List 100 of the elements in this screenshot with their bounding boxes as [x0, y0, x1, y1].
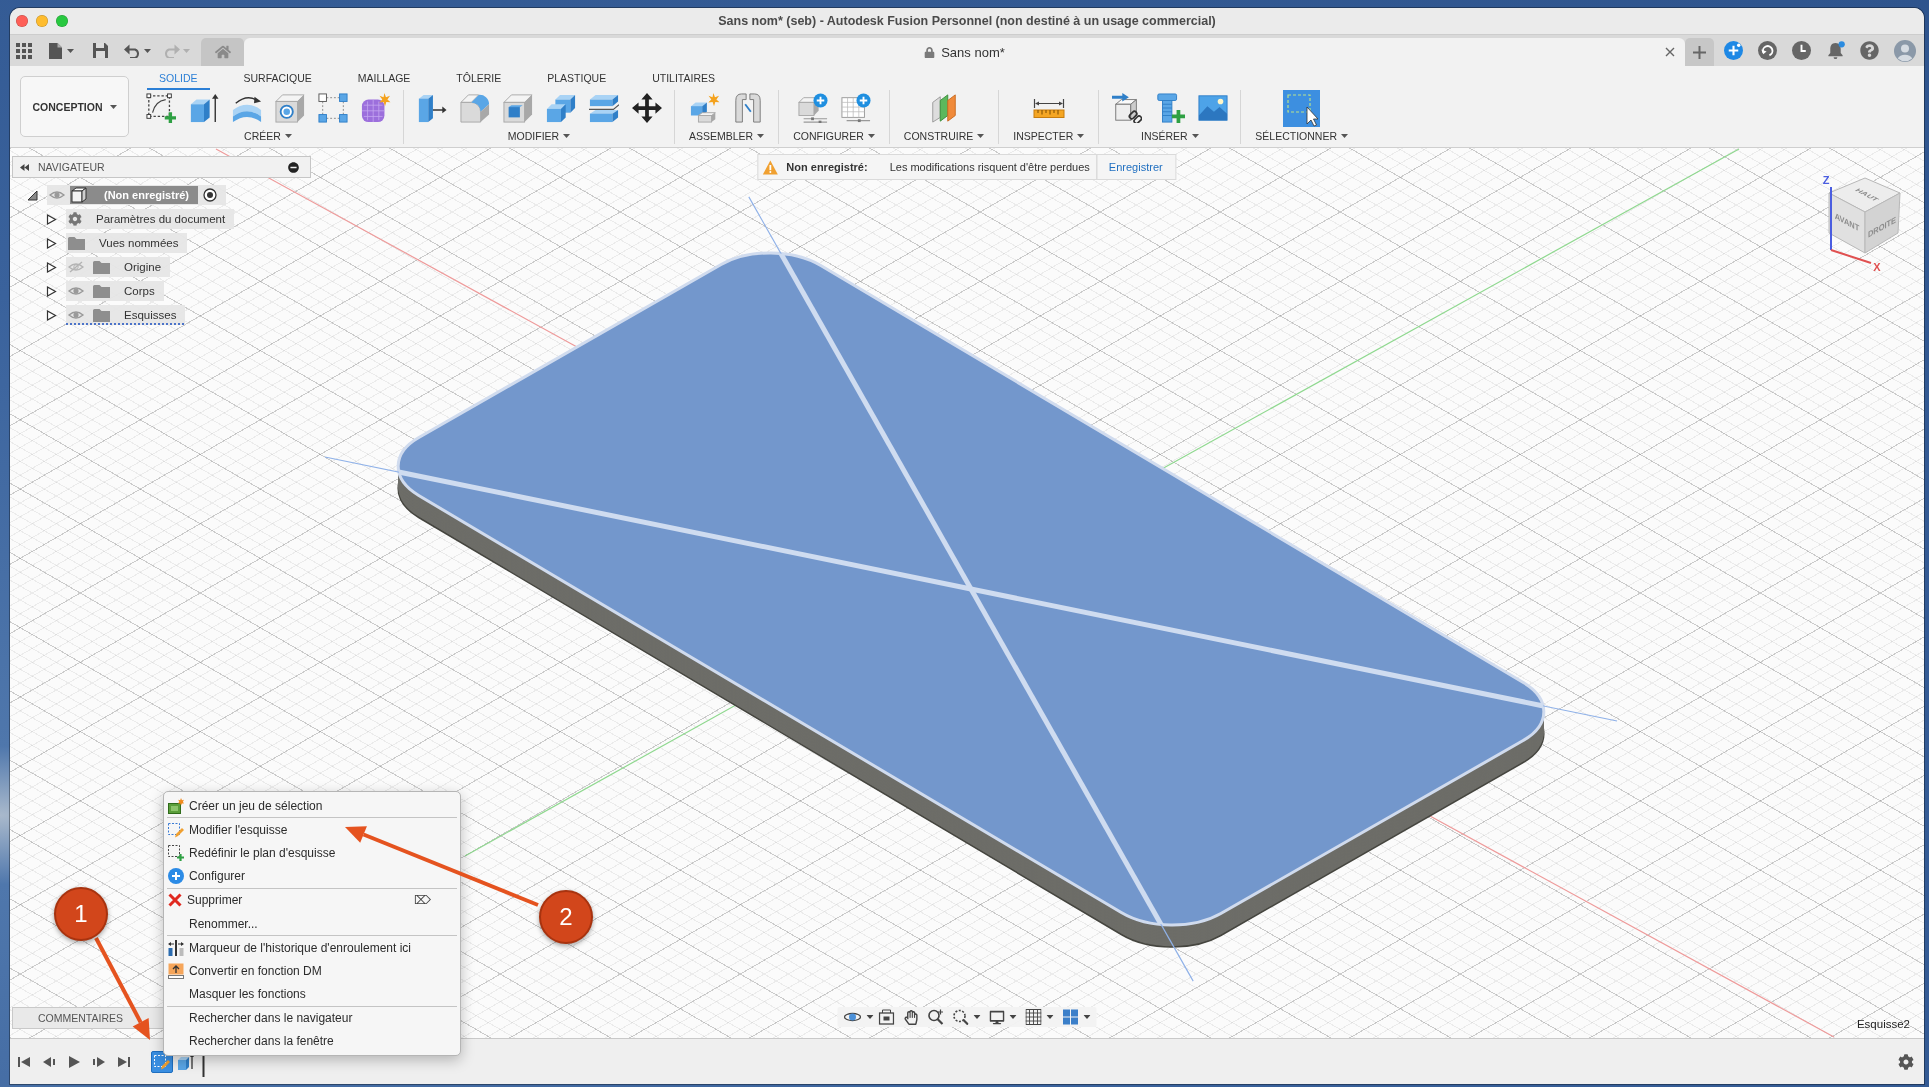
- caret-icon[interactable]: [144, 48, 151, 53]
- ruler-icon[interactable]: [1032, 98, 1065, 118]
- caret-icon[interactable]: [757, 134, 765, 138]
- hand-icon[interactable]: [903, 1009, 919, 1025]
- ribbon-group-menu[interactable]: CONFIGURER: [785, 128, 883, 144]
- ribbon-group-menu[interactable]: INSÉRER: [1132, 128, 1207, 144]
- tree-item[interactable]: Vues nommées: [66, 233, 188, 253]
- triangle-icon[interactable]: [46, 285, 57, 297]
- triangle-icon[interactable]: [27, 189, 38, 201]
- node-pattern-icon[interactable]: [317, 93, 348, 123]
- caret-icon[interactable]: [284, 134, 292, 138]
- cube-link-icon[interactable]: [1111, 93, 1142, 123]
- caret-icon[interactable]: [977, 134, 985, 138]
- save-icon[interactable]: [93, 43, 108, 58]
- monitor-icon[interactable]: [989, 1009, 1005, 1025]
- caret-icon[interactable]: [973, 1015, 981, 1019]
- caret-icon[interactable]: [867, 134, 875, 138]
- bolt-plus-icon[interactable]: [1154, 93, 1185, 123]
- bracket-pair-icon[interactable]: [733, 93, 764, 123]
- triangle-icon[interactable]: [46, 213, 57, 225]
- play-icon[interactable]: [68, 1055, 80, 1068]
- step-back-icon[interactable]: [43, 1055, 55, 1068]
- menu-item[interactable]: Modifier l'esquisse: [167, 818, 457, 842]
- triangle-icon[interactable]: [46, 261, 57, 273]
- menu-item[interactable]: Configurer: [167, 864, 457, 888]
- box-hole-icon[interactable]: [274, 93, 305, 123]
- dashed-square-plus-icon[interactable]: [145, 93, 176, 123]
- dashed-magnifier-icon[interactable]: [952, 1009, 969, 1025]
- two-cubes-icon[interactable]: [545, 93, 576, 123]
- menu-item[interactable]: Supprimer ⌦: [167, 888, 457, 912]
- four-way-arrow-icon[interactable]: [631, 93, 662, 123]
- caret-icon[interactable]: [1191, 134, 1199, 138]
- caret-icon[interactable]: [1083, 1015, 1091, 1019]
- settings-icon[interactable]: [1898, 1053, 1914, 1070]
- triangle-icon[interactable]: [46, 237, 57, 249]
- stacked-slabs-icon[interactable]: [588, 93, 619, 123]
- clock-icon[interactable]: [1792, 41, 1811, 60]
- menu-item[interactable]: Rechercher dans la fenêtre: [167, 1029, 457, 1054]
- tree-item[interactable]: Paramètres du document: [66, 209, 235, 229]
- four-squares-icon[interactable]: [1062, 1009, 1079, 1025]
- help-icon[interactable]: [1860, 41, 1879, 60]
- caret-icon[interactable]: [1009, 1015, 1017, 1019]
- hollow-box-icon[interactable]: [502, 93, 533, 123]
- ribbon-tab[interactable]: SURFACIQUE: [231, 66, 324, 90]
- planes-icon[interactable]: [929, 93, 959, 123]
- table-plus-icon[interactable]: [840, 93, 871, 123]
- menu-item[interactable]: Renommer...: [167, 911, 457, 936]
- undo-icon[interactable]: [124, 43, 141, 58]
- ellipse-dot-icon[interactable]: [843, 1010, 862, 1024]
- grid-icon[interactable]: [1025, 1009, 1042, 1025]
- briefcase-icon[interactable]: [878, 1009, 895, 1025]
- menu-item[interactable]: Redéfinir le plan d'esquisse: [167, 841, 457, 865]
- menu-item[interactable]: Marqueur de l'historique d'enroulement ici: [167, 936, 457, 960]
- menu-item[interactable]: Rechercher dans le navigateur: [167, 1006, 457, 1030]
- ribbon-tab[interactable]: TÔLERIE: [444, 66, 514, 90]
- image-icon[interactable]: [1197, 93, 1228, 123]
- caret-icon[interactable]: [866, 1015, 874, 1019]
- box-right-arrow-icon[interactable]: [416, 93, 447, 123]
- box-plus-icon[interactable]: [797, 93, 828, 123]
- menu-item[interactable]: Convertir en fonction DM: [167, 959, 457, 983]
- skip-start-icon[interactable]: [18, 1055, 30, 1068]
- plus-circle-icon[interactable]: [1724, 41, 1743, 60]
- window-close-button[interactable]: [16, 15, 28, 27]
- ribbon-group-menu[interactable]: MODIFIER: [499, 128, 579, 144]
- view-cube[interactable]: [1828, 177, 1901, 254]
- caret-icon[interactable]: [1046, 1015, 1054, 1019]
- tree-item[interactable]: Esquisses: [66, 305, 186, 325]
- caret-icon[interactable]: [67, 48, 74, 53]
- ribbon-tab[interactable]: UTILITAIRES: [640, 66, 727, 90]
- save-link[interactable]: Enregistrer: [1095, 155, 1163, 179]
- cubes-star-icon[interactable]: [690, 93, 721, 123]
- ribbon-group-menu[interactable]: CRÉER: [236, 128, 300, 144]
- caret-icon[interactable]: [1341, 134, 1348, 138]
- timeline-feature[interactable]: [151, 1050, 173, 1073]
- caret-icon[interactable]: [1077, 134, 1085, 138]
- menu-item[interactable]: Masquer les fonctions: [167, 982, 457, 1006]
- bell-icon[interactable]: [1826, 41, 1845, 60]
- workspace-menu[interactable]: CONCEPTION: [20, 76, 129, 137]
- box-up-arrow-icon[interactable]: [188, 93, 219, 123]
- caret-icon[interactable]: [109, 104, 117, 109]
- ribbon-tab[interactable]: PLASTIQUE: [535, 66, 619, 90]
- rounded-cube-star-icon[interactable]: [360, 93, 391, 123]
- close-icon[interactable]: [1665, 47, 1675, 57]
- caret-icon[interactable]: [563, 134, 571, 138]
- document-tab[interactable]: Sans nom*: [244, 38, 1685, 66]
- tree-item[interactable]: Origine: [66, 257, 171, 277]
- ribbon-group-menu[interactable]: SÉLECTIONNER: [1247, 128, 1356, 144]
- step-forward-icon[interactable]: [93, 1055, 105, 1068]
- ribbon-group-menu[interactable]: INSPECTER: [1005, 128, 1093, 144]
- skip-end-icon[interactable]: [118, 1055, 130, 1068]
- tree-item[interactable]: Corps: [66, 281, 164, 301]
- radio-icon[interactable]: [202, 188, 217, 202]
- new-tab-button[interactable]: [1685, 38, 1714, 66]
- ribbon-tab[interactable]: SOLIDE: [147, 66, 210, 90]
- ribbon-group-menu[interactable]: ASSEMBLER: [681, 128, 773, 144]
- ribbon-group-menu[interactable]: CONSTRUIRE: [895, 128, 993, 144]
- file-icon[interactable]: [49, 42, 62, 59]
- double-triangle-icon[interactable]: [20, 163, 29, 171]
- zoom-in-icon[interactable]: [927, 1009, 944, 1025]
- square-grid-icon[interactable]: [16, 42, 32, 59]
